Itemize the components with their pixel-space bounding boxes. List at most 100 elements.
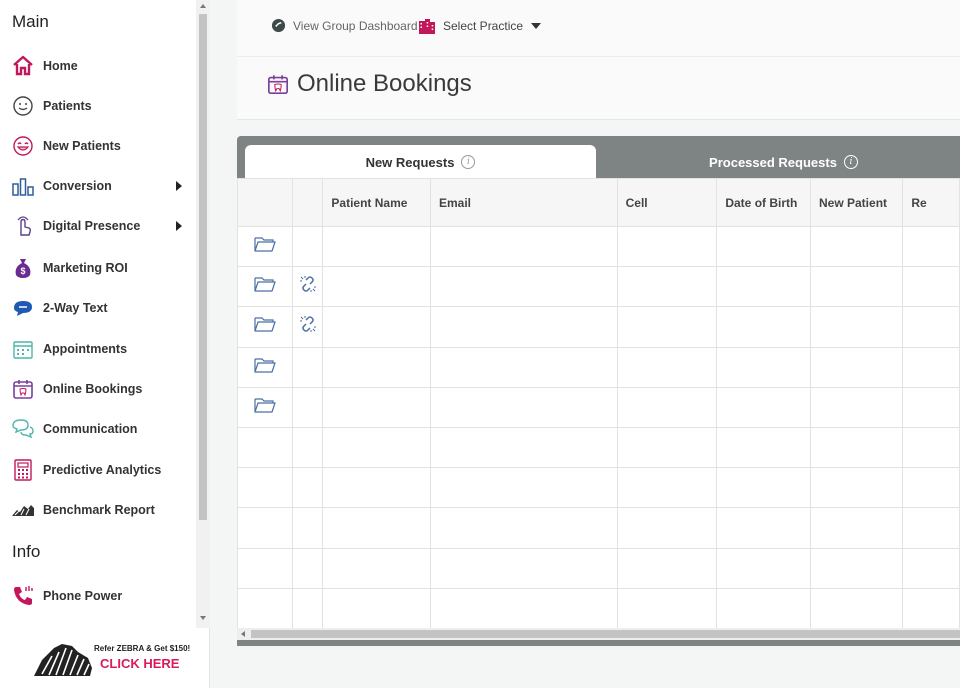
table-cell [322, 306, 431, 348]
sidebar-item-2-way-text[interactable]: 2-Way Text [0, 288, 196, 328]
scrollbar-thumb[interactable] [199, 14, 207, 520]
table-cell [291, 507, 324, 549]
column-header-date-of-birth[interactable]: Date of Birth [716, 178, 811, 227]
sidebar-item-digital-presence[interactable]: Digital Presence [0, 206, 196, 246]
table-cell [902, 467, 960, 509]
table-cell [809, 266, 904, 308]
table-row[interactable] [237, 547, 960, 589]
marketing-roi-icon: $ [11, 256, 35, 280]
table-cell [716, 225, 811, 268]
table-row[interactable] [237, 346, 960, 388]
sidebar-item-online-bookings[interactable]: Online Bookings [0, 369, 196, 409]
header-divider [237, 56, 960, 57]
building-icon [419, 19, 435, 34]
open-folder-icon[interactable] [237, 386, 293, 428]
table-row[interactable] [237, 507, 960, 549]
table-row[interactable] [237, 266, 960, 308]
sidebar-scrollbar[interactable] [196, 0, 210, 628]
scrollbar-thumb[interactable] [251, 630, 960, 638]
info-icon[interactable]: i [461, 155, 476, 169]
open-folder-icon[interactable] [237, 225, 293, 268]
sidebar-item-predictive-analytics[interactable]: Predictive Analytics [0, 450, 196, 490]
table-row[interactable] [237, 306, 960, 348]
table-cell [322, 507, 431, 549]
sidebar-item-label: 2-Way Text [43, 301, 108, 315]
table-cell [809, 507, 904, 549]
table-cell [809, 426, 904, 469]
column-header[interactable] [291, 178, 324, 227]
table-cell [616, 426, 718, 469]
table-row[interactable] [237, 467, 960, 509]
table-cell [291, 467, 324, 509]
column-header-new-patient[interactable]: New Patient [809, 178, 904, 227]
sidebar-item-marketing-roi[interactable]: $ Marketing ROI [0, 248, 196, 288]
info-icon[interactable]: i [843, 155, 858, 169]
table-cell [902, 547, 960, 589]
click-here-link[interactable]: CLICK HERE [100, 656, 179, 671]
table-cell [237, 587, 293, 628]
table-row[interactable] [237, 386, 960, 428]
table-cell [902, 266, 960, 308]
table-cell [616, 467, 718, 509]
svg-text:$: $ [20, 266, 25, 276]
scroll-down-icon[interactable] [200, 616, 206, 620]
chevron-right-icon [176, 181, 182, 191]
requests-grid: Patient Name Email Cell Date of Birth Ne… [237, 178, 960, 628]
sidebar-item-patients[interactable]: Patients [0, 86, 196, 126]
open-folder-icon[interactable] [237, 266, 293, 308]
table-cell [616, 547, 718, 589]
tab-label: New Requests [365, 154, 455, 170]
table-cell [430, 426, 618, 469]
refer-text: Refer ZEBRA & Get $150! [94, 644, 191, 653]
sidebar-item-conversion[interactable]: Conversion [0, 166, 196, 206]
sidebar-item-new-patients[interactable]: New Patients [0, 126, 196, 166]
table-cell [809, 386, 904, 428]
column-header-cell[interactable]: Cell [616, 178, 718, 227]
table-row[interactable] [237, 426, 960, 469]
table-cell [322, 426, 431, 469]
table-cell [322, 467, 431, 509]
table-cell [716, 507, 811, 549]
unlink-icon[interactable] [291, 306, 324, 348]
table-cell [902, 306, 960, 348]
table-cell [716, 346, 811, 388]
online-bookings-icon [268, 75, 288, 94]
column-header[interactable] [237, 178, 293, 227]
sidebar-item-phone-power[interactable]: Phone Power [0, 576, 196, 616]
column-header-truncated[interactable]: Re [902, 178, 960, 227]
tab-new-requests[interactable]: New Requests i [245, 145, 596, 179]
table-cell [430, 225, 618, 268]
table-cell [902, 346, 960, 388]
phone-power-icon [11, 584, 35, 608]
open-folder-icon[interactable] [237, 306, 293, 348]
scroll-left-icon[interactable] [241, 631, 245, 637]
refer-zebra-banner[interactable]: Refer ZEBRA & Get $150! CLICK HERE [28, 638, 191, 680]
table-cell [291, 547, 324, 589]
column-header-patient-name[interactable]: Patient Name [322, 178, 431, 227]
tab-processed-requests[interactable]: Processed Requests i [607, 145, 960, 179]
table-horizontal-scrollbar[interactable] [237, 628, 960, 640]
open-folder-icon[interactable] [237, 346, 293, 388]
table-cell [322, 386, 431, 428]
sidebar-item-home[interactable]: Home [0, 46, 196, 86]
column-header-email[interactable]: Email [430, 178, 618, 227]
sidebar-nav: Main Home Patients New Patients Conversi… [0, 0, 196, 628]
view-group-dashboard-link[interactable]: View Group Dashboard [271, 18, 418, 33]
table-cell [616, 225, 718, 268]
chevron-right-icon [176, 221, 182, 231]
page-title: Online Bookings [297, 70, 472, 97]
scroll-up-icon[interactable] [200, 4, 206, 8]
table-cell [716, 266, 811, 308]
sidebar-item-communication[interactable]: Communication [0, 409, 196, 449]
select-practice-dropdown[interactable]: Select Practice [418, 18, 542, 34]
sidebar-item-label: Digital Presence [43, 219, 141, 233]
unlink-icon[interactable] [291, 266, 324, 308]
communication-icon [11, 417, 35, 441]
sidebar-item-benchmark-report[interactable]: Benchmark Report [0, 490, 196, 530]
table-row[interactable] [237, 587, 960, 628]
table-row[interactable] [237, 225, 960, 268]
table-header-row: Patient Name Email Cell Date of Birth Ne… [237, 178, 960, 227]
table-cell [902, 587, 960, 628]
sidebar-item-appointments[interactable]: Appointments [0, 329, 196, 369]
appointments-icon [11, 337, 35, 361]
